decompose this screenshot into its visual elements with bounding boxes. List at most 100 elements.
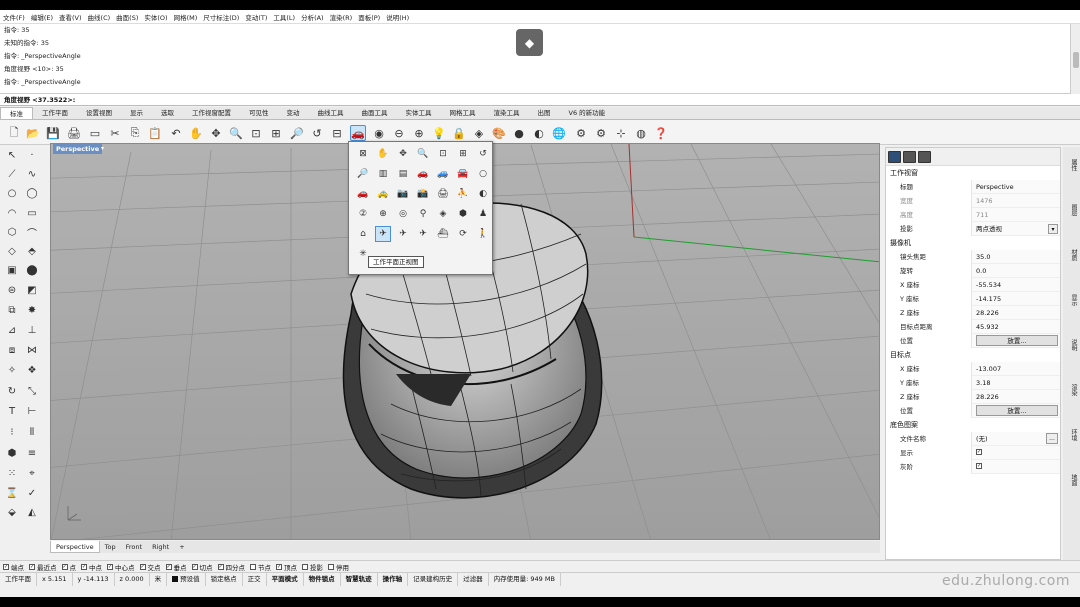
point-icon[interactable]: · <box>23 147 41 164</box>
toolbar-tab[interactable]: 网格工具 <box>441 107 485 119</box>
camera-place-button[interactable]: 放置... <box>976 335 1058 346</box>
osnap-option[interactable]: ✓ 切点 <box>191 562 213 572</box>
render-sphere-icon[interactable]: ● <box>511 125 527 141</box>
join-icon[interactable]: ⋈ <box>23 342 41 359</box>
pan-icon[interactable]: ✋ <box>188 125 204 141</box>
zoom-extents-icon[interactable]: ⊞ <box>268 125 284 141</box>
flyout-zoom-extents-icon[interactable]: ⊞ <box>455 146 471 162</box>
viewport-tab[interactable]: Right <box>147 541 174 553</box>
grid-dots-icon[interactable]: ⁙ <box>3 465 21 482</box>
status-layer[interactable]: 预设值 <box>167 572 206 586</box>
viewport-tab[interactable]: + <box>174 541 189 553</box>
toolbar-tab[interactable]: 可见性 <box>240 107 278 119</box>
browse-button[interactable]: ... <box>1046 433 1058 444</box>
toolbar-tab[interactable]: V6 的新功能 <box>560 107 615 119</box>
osnap-checkbox[interactable] <box>328 563 334 570</box>
osnap-checkbox[interactable]: ✓ <box>191 563 198 570</box>
shaded-sphere-icon[interactable]: ◐ <box>531 125 547 141</box>
camera-z-field[interactable]: 28.226 <box>971 306 1060 320</box>
transform-icon[interactable]: ⊕ <box>411 125 427 141</box>
viewport-tab[interactable]: Top <box>100 541 121 553</box>
flyout-undo-view-icon[interactable]: ↺ <box>475 146 491 162</box>
toolbar-tab[interactable]: 渲染工具 <box>485 107 529 119</box>
flyout-cam-icon[interactable]: ▤ <box>395 166 411 182</box>
save-icon[interactable]: 💾 <box>45 125 61 141</box>
flyout-jet-icon[interactable]: ✈ <box>415 226 431 242</box>
osnap-option[interactable]: ✓ 交点 <box>139 562 161 572</box>
flyout-camera-icon[interactable]: 📷 <box>395 186 411 202</box>
new-file-icon[interactable]: 🗋 <box>6 125 22 141</box>
title-field[interactable]: Perspective <box>971 180 1060 194</box>
trim-icon[interactable]: ⊿ <box>3 322 21 339</box>
osnap-checkbox[interactable]: ✓ <box>165 563 172 570</box>
polyline-icon[interactable]: ⟋ <box>3 166 21 183</box>
status-toggle[interactable]: 操作轴 <box>378 572 409 586</box>
light-icon[interactable]: 💡 <box>431 125 447 141</box>
mirror-icon[interactable]: ⫴ <box>23 424 41 441</box>
select-arrow-icon[interactable]: ↖ <box>3 147 21 164</box>
flyout-fill-icon[interactable]: ◈ <box>435 206 451 222</box>
options-icon[interactable]: ⚙ <box>573 125 589 141</box>
dimension-icon[interactable]: ⊢ <box>23 403 41 420</box>
chevron-down-icon[interactable]: ▾ <box>1048 224 1058 234</box>
cylinder-icon[interactable]: ⊜ <box>3 282 21 299</box>
flyout-zoom-target-icon[interactable]: 🔎 <box>355 166 371 182</box>
properties-icon[interactable]: ▭ <box>87 125 103 141</box>
flyout-pan-icon[interactable]: ✋ <box>375 146 391 162</box>
flyout-target-icon[interactable]: ⊕ <box>375 206 391 222</box>
osnap-option[interactable]: ✓ 四分点 <box>217 562 245 572</box>
arc-icon[interactable]: ◠ <box>3 205 21 222</box>
osnap-option[interactable]: ✓ 顶点 <box>276 562 297 572</box>
undo-icon[interactable]: ↶ <box>168 125 184 141</box>
open-file-icon[interactable]: 📂 <box>25 125 41 141</box>
lens-field[interactable]: 35.0 <box>971 250 1060 264</box>
osnap-option[interactable]: 投影 <box>302 562 323 572</box>
boolean-icon[interactable]: ⧉ <box>3 302 21 319</box>
array-icon[interactable]: ⁝ <box>3 424 21 441</box>
select-icon[interactable]: ⊖ <box>391 125 407 141</box>
cut-icon[interactable]: ✂ <box>107 125 123 141</box>
box-icon[interactable]: ▣ <box>3 262 21 279</box>
print-icon[interactable]: 🖨 <box>66 125 82 141</box>
toolbar-tab[interactable]: 曲线工具 <box>309 107 353 119</box>
lock-icon[interactable]: 🔒 <box>451 125 467 141</box>
flyout-360-icon[interactable]: ⟳ <box>455 226 471 242</box>
flyout-car-side-icon[interactable]: 🚘 <box>455 166 471 182</box>
osnap-checkbox[interactable]: ✓ <box>29 563 35 570</box>
osnap-checkbox[interactable]: ✓ <box>3 563 9 570</box>
history-icon[interactable]: ⌛ <box>3 485 21 502</box>
side-tab[interactable]: 说明 <box>1065 339 1078 351</box>
extrude-surface-icon[interactable]: ⬘ <box>23 243 41 260</box>
camera-x-field[interactable]: -55.534 <box>971 278 1060 292</box>
flyout-cplane-view-icon[interactable]: ⌂ <box>355 226 371 242</box>
viewport-title[interactable]: Perspective <box>53 144 103 154</box>
toolbar-tab[interactable]: 显示 <box>121 107 152 119</box>
menu-item[interactable]: 实体(O) <box>144 12 167 22</box>
fillet-curve-icon[interactable]: ⌒ <box>23 224 41 241</box>
flyout-zoom-icon[interactable]: ⊠ <box>355 146 371 162</box>
circle-3pt-icon[interactable]: ◯ <box>23 185 41 202</box>
command-history-scrollbar[interactable] <box>1070 24 1080 94</box>
status-toggle[interactable]: 锁定格点 <box>206 572 243 586</box>
osnap-checkbox[interactable]: ✓ <box>107 563 113 570</box>
toolbar-tab[interactable]: 曲面工具 <box>353 107 397 119</box>
flyout-sphere-icon[interactable]: ○ <box>475 166 491 182</box>
grid-snap-icon[interactable]: ⊹ <box>613 125 629 141</box>
rotate-view-icon[interactable]: ✥ <box>208 125 224 141</box>
osnap-checkbox[interactable]: ✓ <box>217 563 224 570</box>
status-toggle[interactable]: 平面模式 <box>267 572 304 586</box>
menu-item[interactable]: 变动(T) <box>245 12 267 22</box>
flyout-car-icon[interactable]: 🚗 <box>415 166 431 182</box>
flyout-car-front-icon[interactable]: 🚙 <box>435 166 451 182</box>
toolbar-tab[interactable]: 工作平面 <box>33 107 77 119</box>
paint-icon[interactable]: ◭ <box>23 504 41 521</box>
status-toggle[interactable]: 正交 <box>243 572 267 586</box>
flyout-rotate-icon[interactable]: ✥ <box>395 146 411 162</box>
menu-item[interactable]: 查看(V) <box>59 12 82 22</box>
osnap-checkbox[interactable]: ✓ <box>81 563 87 570</box>
flyout-walkabout-icon[interactable]: 🚶 <box>475 226 491 242</box>
mesh-icon[interactable]: ◩ <box>23 282 41 299</box>
side-tab[interactable]: 材质 <box>1065 249 1078 261</box>
osnap-checkbox[interactable] <box>250 563 256 570</box>
color-wheel-icon[interactable]: 🎨 <box>491 125 507 141</box>
